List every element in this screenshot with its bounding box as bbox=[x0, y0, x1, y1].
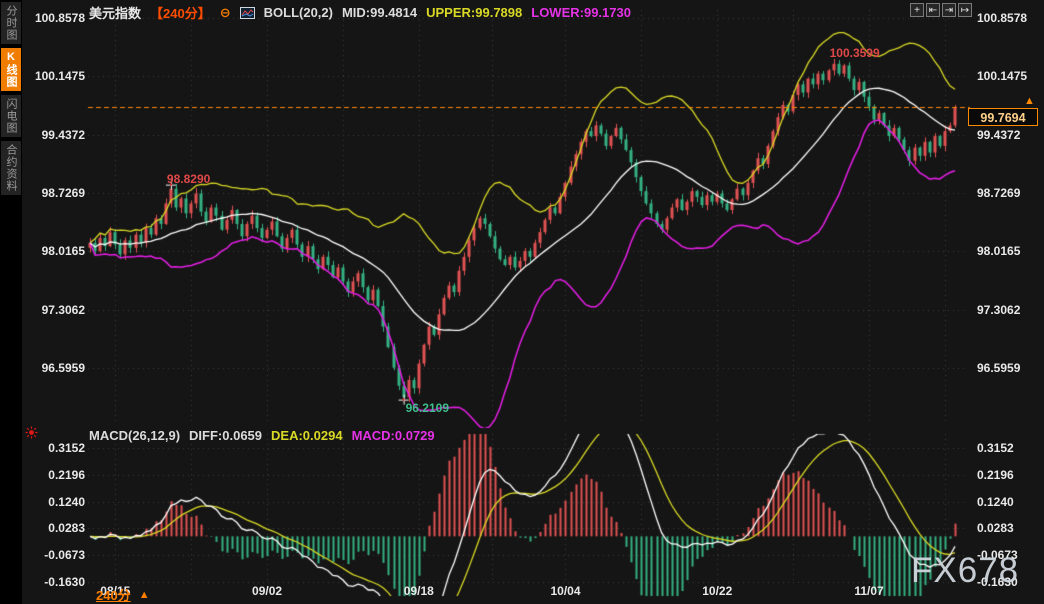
period-label: 【240分】 bbox=[150, 3, 211, 22]
macd-axis-label-left: 0.1240 bbox=[22, 495, 85, 509]
price-axis-label-left: 100.1475 bbox=[22, 69, 85, 83]
price-axis-label-left: 99.4372 bbox=[22, 128, 85, 142]
price-axis-label-right: 98.0165 bbox=[977, 244, 1041, 258]
main-chart-header: 美元指数 【240分】 ⊖ BOLL(20,2) MID:99.4814 UPP… bbox=[89, 3, 631, 22]
indicator-chart-icon[interactable] bbox=[240, 7, 255, 19]
pan-icon[interactable]: + bbox=[910, 3, 924, 17]
macd-bar-value: MACD:0.0729 bbox=[352, 428, 435, 443]
price-annotation-low: 96.2109 bbox=[406, 401, 449, 415]
chart-type-sidebar: 分时图 K线图闪电图合约资料 bbox=[0, 0, 22, 604]
collapse-circle-icon[interactable]: ⊖ bbox=[220, 6, 231, 19]
last-price-box: 99.7694 bbox=[968, 108, 1038, 126]
chart-nav-toolbar: +⇤⇥↦ bbox=[910, 3, 972, 17]
price-axis-label-left: 100.8578 bbox=[22, 11, 85, 25]
x-axis-label: 11/07 bbox=[841, 584, 897, 598]
boll-upper-value: UPPER:99.7898 bbox=[426, 5, 522, 20]
zoom-in-x-icon[interactable]: ⇤ bbox=[926, 3, 940, 17]
price-axis-label-left: 97.3062 bbox=[22, 303, 85, 317]
macd-axis-label-right: 0.1240 bbox=[977, 495, 1041, 509]
price-axis-label-right: 98.7269 bbox=[977, 186, 1041, 200]
boll-lower-value: LOWER:99.1730 bbox=[531, 5, 631, 20]
price-axis-label-right: 100.1475 bbox=[977, 69, 1041, 83]
price-axis-label-left: 98.0165 bbox=[22, 244, 85, 258]
fx678-watermark: FX678 bbox=[911, 551, 1019, 591]
instrument-name: 美元指数 bbox=[89, 3, 141, 22]
period-dropdown-arrow-icon[interactable]: ▲ bbox=[139, 589, 150, 601]
x-axis-label: 10/04 bbox=[537, 584, 593, 598]
price-annotation-high: 100.3599 bbox=[830, 46, 880, 60]
macd-settings-icon[interactable] bbox=[25, 426, 38, 444]
macd-header: MACD(26,12,9) DIFF:0.0659 DEA:0.0294 MAC… bbox=[89, 428, 435, 443]
price-axis-label-right: 96.5959 bbox=[977, 361, 1041, 375]
sidebar-tab-time-chart[interactable]: 分时图 bbox=[1, 2, 21, 44]
macd-axis-label-left: 0.0283 bbox=[22, 521, 85, 535]
boll-indicator-label: BOLL(20,2) bbox=[264, 5, 333, 20]
macd-axis-label-right: 0.0283 bbox=[977, 521, 1041, 535]
price-macd-chart-canvas[interactable] bbox=[0, 0, 1044, 604]
macd-axis-label-right: 0.2196 bbox=[977, 468, 1041, 482]
sidebar-tab-contract-info[interactable]: 合约资料 bbox=[1, 141, 21, 195]
sidebar-tab-lightning-chart[interactable]: 闪电图 bbox=[1, 95, 21, 137]
macd-axis-label-left: -0.0673 bbox=[22, 548, 85, 562]
price-axis-label-left: 98.7269 bbox=[22, 186, 85, 200]
price-axis-label-right: 99.4372 bbox=[977, 128, 1041, 142]
x-axis-label: 10/22 bbox=[689, 584, 745, 598]
footer-period-selector: 240分 ▲ bbox=[96, 585, 150, 604]
price-axis-label-right: 97.3062 bbox=[977, 303, 1041, 317]
macd-axis-label-right: 0.3152 bbox=[977, 441, 1041, 455]
price-annotation-high: 98.8290 bbox=[167, 172, 210, 186]
sidebar-tab-kline[interactable]: K线图 bbox=[1, 48, 21, 91]
period-link[interactable]: 240分 bbox=[96, 585, 131, 604]
macd-indicator-label: MACD(26,12,9) bbox=[89, 428, 180, 443]
boll-mid-value: MID:99.4814 bbox=[342, 5, 417, 20]
macd-axis-label-left: -0.1630 bbox=[22, 575, 85, 589]
chart-app-window: 分时图 K线图闪电图合约资料 美元指数 【240分】 ⊖ BOLL(20,2) M… bbox=[0, 0, 1044, 604]
price-axis-label-right: 100.8578 bbox=[977, 11, 1041, 25]
macd-dea-value: DEA:0.0294 bbox=[271, 428, 343, 443]
x-axis-label: 09/18 bbox=[391, 584, 447, 598]
price-axis-label-left: 96.5959 bbox=[22, 361, 85, 375]
zoom-out-x-icon[interactable]: ⇥ bbox=[942, 3, 956, 17]
macd-diff-value: DIFF:0.0659 bbox=[189, 428, 262, 443]
x-axis-label: 09/02 bbox=[239, 584, 295, 598]
goto-latest-icon[interactable]: ↦ bbox=[958, 3, 972, 17]
macd-axis-label-left: 0.2196 bbox=[22, 468, 85, 482]
price-up-arrow-icon: ▲ bbox=[1024, 95, 1035, 107]
